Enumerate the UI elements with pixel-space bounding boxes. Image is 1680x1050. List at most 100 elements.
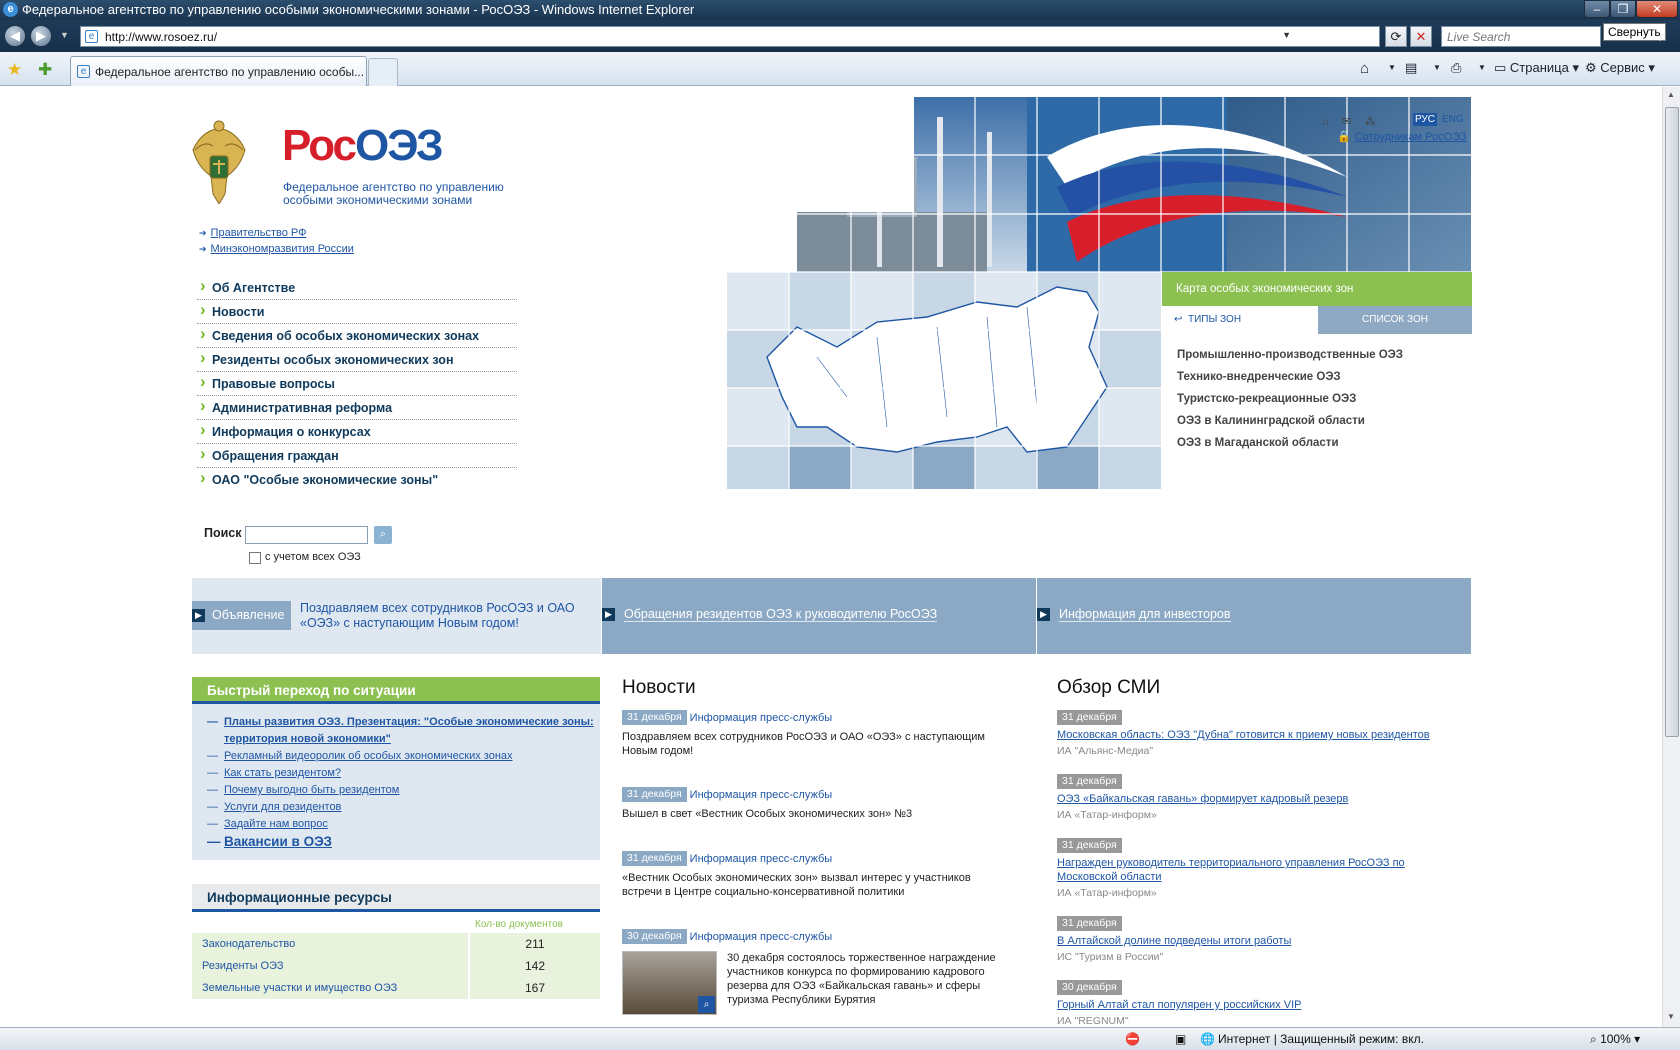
news-text[interactable]: Поздравляем всех сотрудников РосОЭЗ и ОА… xyxy=(622,730,1000,758)
home-dropdown-icon[interactable]: ▼ xyxy=(1388,63,1396,72)
media-link[interactable]: Горный Алтай стал популярен у российских… xyxy=(1057,998,1457,1012)
zones-map-header: Карта особых экономических зон xyxy=(1162,272,1472,306)
address-field[interactable]: e http://www.rosoez.ru/ ▼ xyxy=(80,26,1380,47)
site-search-button[interactable]: ⌕ xyxy=(374,526,392,544)
search-icon[interactable]: ⌕ xyxy=(1659,28,1667,45)
top-link-ministry-label: Минэкономразвития России xyxy=(210,243,354,255)
nav-item-legal[interactable]: Правовые вопросы xyxy=(197,370,517,396)
media-link[interactable]: В Алтайской долине подведены итоги работ… xyxy=(1057,934,1457,948)
top-link-government[interactable]: ➔ Правительство РФ xyxy=(199,227,307,239)
media-link[interactable]: ОЭЗ «Байкальская гавань» формирует кадро… xyxy=(1057,792,1457,806)
zone-technical[interactable]: Технико-внедренческие ОЭЗ xyxy=(1177,368,1467,390)
zoom-icon[interactable]: ⌕ xyxy=(698,996,715,1013)
lang-en-button[interactable]: ENG xyxy=(1442,113,1464,126)
quick-link-services[interactable]: Услуги для резидентов xyxy=(207,799,600,816)
lang-ru-button[interactable]: РУС xyxy=(1413,113,1437,126)
nav-item-about[interactable]: Об Агентстве xyxy=(197,274,517,300)
news-source[interactable]: Информация пресс-службы xyxy=(690,711,833,726)
scroll-up-icon[interactable]: ▲ xyxy=(1667,90,1675,99)
announcement-label[interactable]: ▶ Объявление xyxy=(192,601,291,630)
nav-item-residents[interactable]: Резиденты особых экономических зон xyxy=(197,346,517,372)
nav-item-citizens[interactable]: Обращения граждан xyxy=(197,442,517,468)
zoom-level[interactable]: ⌕ 100% ▾ xyxy=(1590,1032,1640,1047)
media-link[interactable]: Награжден руководитель территориального … xyxy=(1057,856,1457,884)
top-link-ministry[interactable]: ➔ Минэкономразвития России xyxy=(199,243,354,255)
news-source[interactable]: Информация пресс-службы xyxy=(690,930,833,945)
home-small-icon[interactable]: ⌂ xyxy=(1322,116,1329,128)
staff-link[interactable]: 🔒 Сотрудникам РосОЭЗ xyxy=(1337,130,1467,143)
vertical-scrollbar[interactable]: ▲ ▼ xyxy=(1662,87,1680,1027)
back-button[interactable]: ◀ xyxy=(4,25,26,47)
quick-link-video[interactable]: Рекламный видеоролик об особых экономиче… xyxy=(207,748,600,765)
feeds-dropdown-icon[interactable]: ▼ xyxy=(1433,63,1441,72)
nav-item-admin-reform[interactable]: Административная реформа xyxy=(197,394,517,420)
investors-link[interactable]: Информация для инвесторов xyxy=(1059,607,1231,622)
table-row[interactable]: Земельные участки и имущество ОЭЗ 167 xyxy=(192,977,600,999)
zone-status[interactable]: Интернет | Защищенный режим: вкл. xyxy=(1218,1032,1424,1046)
announcement-text[interactable]: Поздравляем всех сотрудников РосОЭЗ и ОА… xyxy=(300,601,590,631)
resource-name[interactable]: Земельные участки и имущество ОЭЗ xyxy=(192,977,468,999)
feeds-icon[interactable]: ▤ xyxy=(1405,60,1417,76)
quick-link-plans[interactable]: Планы развития ОЭЗ. Презентация: "Особые… xyxy=(207,714,600,748)
news-text[interactable]: Вышел в свет «Вестник Особых экономическ… xyxy=(622,807,1000,821)
address-url[interactable]: http://www.rosoez.ru/ xyxy=(105,30,217,44)
maximize-button[interactable]: ❐ xyxy=(1610,0,1636,18)
news-text[interactable]: «Вестник Особых экономических зон» вызва… xyxy=(622,871,1000,899)
close-button[interactable]: ✕ xyxy=(1636,0,1678,18)
forward-button[interactable]: ▶ xyxy=(30,25,52,47)
minimize-button[interactable]: – xyxy=(1584,0,1610,18)
tab-rosoez[interactable]: e Федеральное агентство по управлению ос… xyxy=(70,56,367,86)
all-zones-checkbox[interactable] xyxy=(249,552,261,564)
stop-button[interactable]: ✕ xyxy=(1410,26,1432,47)
nav-item-zones-info[interactable]: Сведения об особых экономических зонах xyxy=(197,322,517,348)
print-dropdown-icon[interactable]: ▼ xyxy=(1478,63,1486,72)
security-icon[interactable]: ▣ xyxy=(1175,1032,1186,1046)
news-text[interactable]: 30 декабря состоялось торжественное нагр… xyxy=(727,951,997,1007)
tab-zone-types[interactable]: ↩ ТИПЫ ЗОН xyxy=(1162,306,1318,334)
zone-industrial[interactable]: Промышленно-производственные ОЭЗ xyxy=(1177,346,1467,368)
mail-icon[interactable]: ✉ xyxy=(1342,115,1351,128)
sitemap-icon[interactable]: ⁂ xyxy=(1365,115,1376,128)
all-zones-checkbox-label: с учетом всех ОЭЗ xyxy=(265,551,361,563)
nav-item-tenders[interactable]: Информация о конкурсах xyxy=(197,418,517,444)
table-row[interactable]: Законодательство 211 xyxy=(192,933,600,955)
quick-link-become-resident[interactable]: Как стать резидентом? xyxy=(207,765,600,782)
table-row[interactable]: Резиденты ОЭЗ 142 xyxy=(192,955,600,977)
news-source[interactable]: Информация пресс-службы xyxy=(690,852,833,867)
status-bar: ⛔ ▣ 🌐 Интернет | Защищенный режим: вкл. … xyxy=(0,1027,1680,1050)
address-dropdown-icon[interactable]: ▼ xyxy=(1282,30,1291,40)
nav-item-news[interactable]: Новости xyxy=(197,298,517,324)
news-source[interactable]: Информация пресс-службы xyxy=(690,788,833,803)
refresh-button[interactable]: ⟳ xyxy=(1385,26,1407,47)
tools-menu[interactable]: ⚙ Сервис ▾ xyxy=(1585,60,1655,76)
new-tab-button[interactable] xyxy=(368,58,398,86)
scroll-thumb[interactable] xyxy=(1665,107,1679,737)
live-search-field[interactable]: Live Search xyxy=(1441,26,1601,47)
scroll-down-icon[interactable]: ▼ xyxy=(1667,1012,1675,1021)
resource-name[interactable]: Резиденты ОЭЗ xyxy=(192,955,468,977)
favorites-star-icon[interactable]: ★ xyxy=(7,60,22,80)
site-search-input[interactable] xyxy=(245,526,368,544)
zone-tourism[interactable]: Туристско-рекреационные ОЭЗ xyxy=(1177,390,1467,412)
media-link[interactable]: Московская область: ОЭЗ "Дубна" готовитс… xyxy=(1057,728,1457,742)
resource-name[interactable]: Законодательство xyxy=(192,933,468,955)
home-icon[interactable]: ⌂ xyxy=(1360,60,1369,77)
nav-item-oao[interactable]: ОАО "Особые экономические зоны" xyxy=(197,466,517,492)
news-photo[interactable]: ⌕ xyxy=(622,951,717,1015)
add-favorite-icon[interactable]: ✚ xyxy=(38,60,52,80)
residents-appeals-link[interactable]: Обращения резидентов ОЭЗ к руководителю … xyxy=(624,607,938,622)
quick-link-vacancies[interactable]: Вакансии в ОЭЗ xyxy=(207,833,600,850)
zone-kaliningrad[interactable]: ОЭЗ в Калининградской области xyxy=(1177,412,1467,434)
popup-blocker-icon[interactable]: ⛔ xyxy=(1125,1032,1140,1046)
print-icon[interactable]: ⎙ xyxy=(1451,60,1461,76)
tab-zone-list[interactable]: СПИСОК ЗОН xyxy=(1318,306,1472,334)
rosoez-logo-text[interactable]: РосОЭЗ xyxy=(282,124,444,168)
zoom-level-value: 100% xyxy=(1600,1032,1631,1046)
quick-link-ask[interactable]: Задайте нам вопрос xyxy=(207,816,600,833)
page-menu[interactable]: ▭ Страница ▾ xyxy=(1494,60,1579,76)
quick-link-benefits[interactable]: Почему выгодно быть резидентом xyxy=(207,782,600,799)
history-dropdown-icon[interactable]: ▼ xyxy=(60,30,69,40)
investors-block[interactable]: ▶ Информация для инвесторов xyxy=(1037,578,1471,654)
zone-magadan[interactable]: ОЭЗ в Магаданской области xyxy=(1177,434,1467,456)
residents-appeals-block[interactable]: ▶ Обращения резидентов ОЭЗ к руководител… xyxy=(602,578,1036,654)
